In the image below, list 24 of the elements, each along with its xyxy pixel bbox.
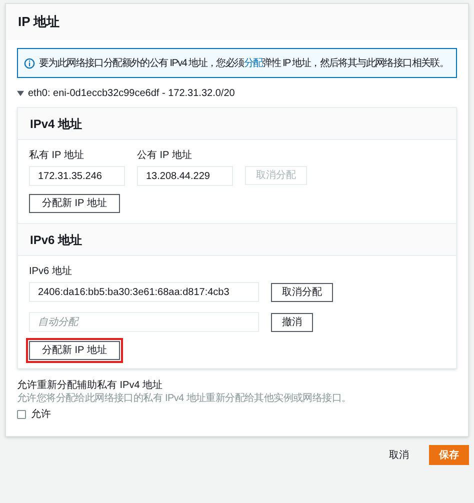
allocate-link[interactable]: 分配 [244,58,262,68]
section-title: IPv6 地址 [30,232,82,248]
info-icon [24,58,35,68]
checkbox-label: 允许 [31,408,51,422]
setting-description: 允许您将分配给此网络接口的私有 IPv4 地址重新分配给其他实例或网络接口。 [17,392,352,405]
assign-ip-button[interactable]: 分配新 IP 地址 [29,341,120,360]
unassign-button[interactable]: 取消分配 [271,282,333,302]
assign-ip-button[interactable]: 分配新 IP 地址 [29,194,120,213]
cancel-button[interactable]: 撤消 [271,312,313,332]
ipv6-field[interactable]: 2406:da16:bb5:ba30:3e61:68aa:d817:4cb3 [29,282,259,302]
cancel-button[interactable]: 取消 [383,445,415,465]
field-label: IPv6 地址 [29,264,73,279]
panel-title: IP 地址 [18,13,60,32]
public-ip-field[interactable]: 13.208.44.229 [137,166,233,186]
private-ip-field[interactable]: 172.31.35.246 [29,166,125,186]
field-label: 私有 IP 地址 [29,148,85,163]
interface-label[interactable]: eth0: eni-0d1eccb32c99ce6df - 172.31.32.0/20 [28,86,235,101]
setting-title: 允许重新分配辅助私有 IPv4 地址 [17,379,164,392]
field-label: 公有 IP 地址 [137,148,193,163]
info-message: 要为此网络接口分配额外的公有 IPv4 地址，您必须分配弹性 IP 地址，然后将其与此网络接口相关联。 [39,56,449,70]
new-ipv6-field[interactable]: 自动分配 [29,312,259,332]
checkbox[interactable] [17,410,26,419]
caret-icon[interactable] [17,90,24,97]
section-title: IPv4 地址 [30,116,82,132]
